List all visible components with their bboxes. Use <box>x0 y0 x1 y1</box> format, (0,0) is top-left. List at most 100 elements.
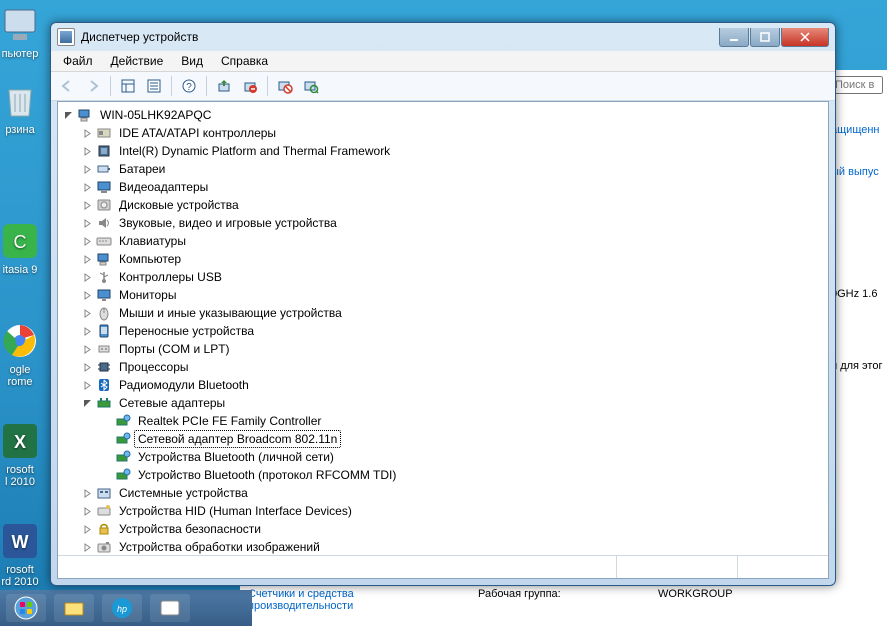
tree-device[interactable]: Сетевой адаптер Broadcom 802.11n <box>60 430 826 448</box>
search-input[interactable] <box>831 76 883 94</box>
device-manager-window: Диспетчер устройств Файл Действие Вид Сп… <box>50 22 836 586</box>
expand-icon[interactable] <box>79 323 95 339</box>
tree-item-label: Контроллеры USB <box>115 268 226 286</box>
show-tree-button[interactable] <box>116 74 140 98</box>
desktop-icon[interactable]: Xrosoft l 2010 <box>0 420 50 488</box>
taskbar-explorer[interactable] <box>54 594 94 622</box>
expand-icon[interactable] <box>79 305 95 321</box>
tree-item-label: Устройства обработки изображений <box>115 538 324 555</box>
expand-icon[interactable] <box>79 233 95 249</box>
tree-category[interactable]: Звуковые, видео и игровые устройства <box>60 214 826 232</box>
disable-button[interactable] <box>273 74 297 98</box>
app-icon <box>57 28 75 46</box>
bluetooth-icon <box>96 377 112 393</box>
tree-category[interactable]: Мониторы <box>60 286 826 304</box>
menu-help[interactable]: Справка <box>213 52 276 70</box>
security-icon <box>96 521 112 537</box>
tree-item-label: Сетевые адаптеры <box>115 394 229 412</box>
start-button[interactable] <box>6 594 46 622</box>
menu-file[interactable]: Файл <box>55 52 101 70</box>
tree-category[interactable]: Порты (COM и LPT) <box>60 340 826 358</box>
expand-icon[interactable] <box>79 485 95 501</box>
desktop-icon[interactable]: ogle rome <box>0 320 50 388</box>
collapse-icon[interactable] <box>79 395 95 411</box>
tree-category[interactable]: Радиомодули Bluetooth <box>60 376 826 394</box>
maximize-button[interactable] <box>750 28 780 47</box>
expand-icon[interactable] <box>79 269 95 285</box>
tree-item-label: WIN-05LHK92APQC <box>96 106 215 124</box>
tree-device[interactable]: Устройство Bluetooth (протокол RFCOMM TD… <box>60 466 826 484</box>
tree-device[interactable]: Realtek PCIe FE Family Controller <box>60 412 826 430</box>
tree-item-label: Порты (COM и LPT) <box>115 340 234 358</box>
expand-icon[interactable] <box>79 539 95 555</box>
tree-item-label: IDE ATA/ATAPI контроллеры <box>115 124 280 142</box>
expand-icon[interactable] <box>79 125 95 141</box>
workgroup-label: Рабочая группа: <box>478 588 638 624</box>
svg-text:W: W <box>12 532 29 552</box>
menu-action[interactable]: Действие <box>103 52 172 70</box>
desktop-icon[interactable]: Citasia 9 <box>0 220 50 276</box>
scan-hardware-button[interactable] <box>299 74 323 98</box>
desktop-icon[interactable]: Wrosoft rd 2010 <box>0 520 50 588</box>
menu-view[interactable]: Вид <box>173 52 211 70</box>
expand-icon[interactable] <box>79 197 95 213</box>
tree-root[interactable]: WIN-05LHK92APQC <box>60 106 826 124</box>
expand-icon[interactable] <box>79 359 95 375</box>
tree-category[interactable]: Устройства безопасности <box>60 520 826 538</box>
expand-icon[interactable] <box>79 377 95 393</box>
underlying-panel: Счетчики и средства производительности Р… <box>240 586 887 626</box>
properties-button[interactable] <box>142 74 166 98</box>
svg-text:C: C <box>14 232 27 252</box>
tree-item-label: Видеоадаптеры <box>115 178 212 196</box>
tree-category[interactable]: Дисковые устройства <box>60 196 826 214</box>
tree-item-label: Системные устройства <box>115 484 252 502</box>
update-driver-button[interactable] <box>212 74 236 98</box>
uninstall-button[interactable] <box>238 74 262 98</box>
side-text: 0GHz 1.6 <box>831 288 883 300</box>
expand-icon[interactable] <box>79 251 95 267</box>
tree-category[interactable]: Компьютер <box>60 250 826 268</box>
expand-icon[interactable] <box>79 521 95 537</box>
close-button[interactable] <box>781 28 829 47</box>
tree-category[interactable]: IDE ATA/ATAPI контроллеры <box>60 124 826 142</box>
expand-icon[interactable] <box>79 143 95 159</box>
taskbar-hp[interactable]: hp <box>102 594 142 622</box>
minimize-button[interactable] <box>719 28 749 47</box>
tree-category[interactable]: Батареи <box>60 160 826 178</box>
tree-category[interactable]: Устройства HID (Human Interface Devices) <box>60 502 826 520</box>
tree-category[interactable]: Мыши и иные указывающие устройства <box>60 304 826 322</box>
tree-category[interactable]: Клавиатуры <box>60 232 826 250</box>
tree-item-label: Устройство Bluetooth (протокол RFCOMM TD… <box>134 466 400 484</box>
titlebar[interactable]: Диспетчер устройств <box>51 23 835 51</box>
expand-icon[interactable] <box>79 287 95 303</box>
tree-category[interactable]: Процессоры <box>60 358 826 376</box>
expand-icon[interactable] <box>79 215 95 231</box>
tree-category[interactable]: Переносные устройства <box>60 322 826 340</box>
expand-icon[interactable] <box>79 161 95 177</box>
netchild-icon <box>115 467 131 483</box>
expand-icon[interactable] <box>79 503 95 519</box>
taskbar-app[interactable] <box>150 594 190 622</box>
tree-category[interactable]: Сетевые адаптеры <box>60 394 826 412</box>
desktop-icon[interactable]: рзина <box>0 80 50 136</box>
separator <box>110 76 111 96</box>
tree-category[interactable]: Устройства обработки изображений <box>60 538 826 555</box>
help-button[interactable]: ? <box>177 74 201 98</box>
tree-category[interactable]: Системные устройства <box>60 484 826 502</box>
tree-item-label: Мыши и иные указывающие устройства <box>115 304 346 322</box>
expand-icon[interactable] <box>79 179 95 195</box>
tree-category[interactable]: Контроллеры USB <box>60 268 826 286</box>
tree-category[interactable]: Видеоадаптеры <box>60 178 826 196</box>
tree-device[interactable]: Устройства Bluetooth (личной сети) <box>60 448 826 466</box>
desktop-icon[interactable]: пьютер <box>0 4 50 60</box>
tree-category[interactable]: Intel(R) Dynamic Platform and Thermal Fr… <box>60 142 826 160</box>
device-tree[interactable]: WIN-05LHK92APQCIDE ATA/ATAPI контроллеры… <box>58 102 828 555</box>
perf-link[interactable]: Счетчики и средства производительности <box>248 588 458 624</box>
display-icon <box>96 179 112 195</box>
taskbar[interactable]: hp <box>0 590 252 626</box>
collapse-icon[interactable] <box>60 107 76 123</box>
side-text: и для этог <box>831 360 883 372</box>
expand-icon[interactable] <box>79 341 95 357</box>
battery-icon <box>96 161 112 177</box>
menubar[interactable]: Файл Действие Вид Справка <box>51 51 835 72</box>
